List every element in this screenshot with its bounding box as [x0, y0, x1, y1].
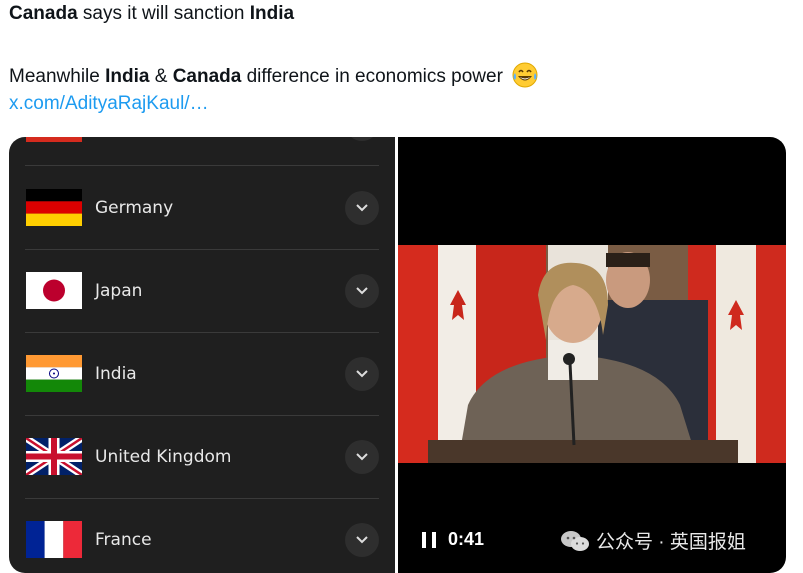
watermark-text: 公众号 · 英国报姐	[596, 532, 746, 553]
chevron-down-icon[interactable]	[345, 523, 379, 557]
country-name: Japan	[95, 281, 143, 301]
media-container: Germany Japan India United Kingdom Franc…	[9, 137, 786, 573]
tweet-text-segment: says it will sanction	[77, 3, 250, 24]
tweet-line-2: Meanwhile India & Canada difference in e…	[9, 62, 538, 88]
country-row-france[interactable]: France	[25, 499, 379, 573]
partial-flag-icon	[26, 137, 82, 142]
country-name: India	[95, 364, 137, 384]
wechat-icon	[561, 530, 589, 551]
chevron-down-icon[interactable]	[345, 274, 379, 308]
tweet-text-segment: difference in economics power	[241, 66, 503, 87]
japan-flag-icon	[26, 272, 82, 309]
country-row-germany[interactable]: Germany	[25, 167, 379, 250]
playback-time: 0:41	[448, 529, 485, 549]
tweet-bold-india: India	[105, 66, 150, 87]
video-scene-image	[398, 245, 786, 463]
playback-controls[interactable]: 0:41	[422, 529, 484, 550]
tweet-bold-india: India	[249, 3, 295, 24]
france-flag-icon	[26, 521, 82, 558]
tweet-text-segment: &	[149, 66, 173, 87]
india-flag-icon	[26, 355, 82, 392]
country-name: France	[95, 530, 152, 550]
uk-flag-icon	[26, 438, 82, 475]
chevron-down-icon[interactable]	[345, 137, 379, 141]
tweet-link[interactable]: x.com/AdityaRajKaul/…	[9, 93, 209, 115]
video-frame: cpac cpac	[398, 245, 786, 463]
watermark: 公众号 · 英国报姐	[560, 527, 746, 554]
tweet-bold-canada: Canada	[9, 3, 78, 24]
laughing-tears-emoji-icon	[512, 62, 538, 88]
chevron-down-icon[interactable]	[345, 440, 379, 474]
pause-icon[interactable]	[422, 531, 436, 548]
chevron-down-icon[interactable]	[345, 357, 379, 391]
germany-flag-icon	[26, 189, 82, 226]
country-name: Germany	[95, 198, 174, 218]
video-player[interactable]: cpac cpac 0:41 公众号 · 英国报姐	[398, 137, 786, 573]
tweet-text-segment: Meanwhile	[9, 66, 106, 87]
tweet-bold-canada: Canada	[172, 66, 242, 87]
country-list-panel: Germany Japan India United Kingdom Franc…	[9, 137, 395, 573]
chevron-down-icon[interactable]	[345, 191, 379, 225]
country-row-partial	[25, 137, 379, 166]
country-row-india[interactable]: India	[25, 333, 379, 416]
country-row-uk[interactable]: United Kingdom	[25, 416, 379, 499]
country-name: United Kingdom	[95, 447, 232, 467]
tweet-line-1: Canada says it will sanction India	[9, 3, 294, 25]
country-row-japan[interactable]: Japan	[25, 250, 379, 333]
